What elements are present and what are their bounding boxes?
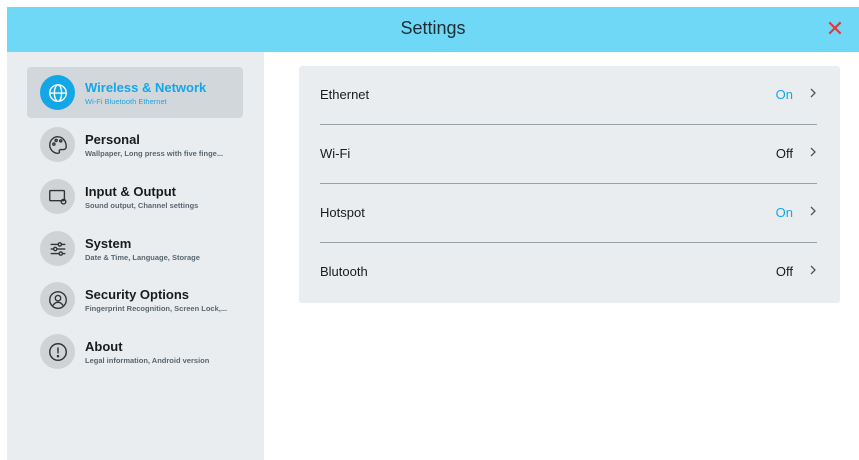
wifi-row[interactable]: Wi-Fi Off — [299, 125, 840, 183]
chevron-right-icon — [810, 147, 816, 157]
sidebar-item-title: Wireless & Network — [85, 80, 207, 95]
status-value: Off — [775, 264, 793, 279]
sliders-icon — [40, 231, 75, 266]
sidebar-item-title: System — [85, 236, 132, 251]
display-settings-icon — [40, 179, 75, 214]
row-label: Wi-Fi — [320, 146, 351, 161]
status-value: On — [775, 87, 793, 102]
sidebar-item-subtitle: Date & Time, Language, Storage — [85, 253, 200, 262]
palette-icon — [40, 127, 75, 162]
sidebar-item-subtitle: Wallpaper, Long press with five finge... — [85, 149, 224, 158]
ethernet-row[interactable]: Ethernet On — [299, 66, 840, 124]
user-lock-icon — [40, 282, 75, 317]
globe-icon — [40, 75, 75, 110]
sidebar-item-subtitle: Legal information, Android version — [85, 356, 210, 365]
sidebar-item-subtitle: Wi-Fi Bluetooth Ethernet — [85, 97, 167, 106]
sidebar-item-personal[interactable]: Personal Wallpaper, Long press with five… — [27, 119, 243, 170]
info-icon — [40, 334, 75, 369]
status-value: Off — [775, 146, 793, 161]
row-label: Hotspot — [320, 205, 365, 220]
sidebar-item-wireless-network[interactable]: Wireless & Network Wi-Fi Bluetooth Ether… — [27, 67, 243, 118]
title-bar: Settings ✕ — [7, 7, 859, 52]
page-title: Settings — [400, 18, 466, 38]
sidebar-item-input-output[interactable]: Input & Output Sound output, Channel set… — [27, 171, 243, 222]
sidebar-item-subtitle: Sound output, Channel settings — [85, 201, 199, 210]
chevron-right-icon — [810, 88, 816, 98]
chevron-right-icon — [810, 206, 816, 216]
sidebar-item-subtitle: Fingerprint Recognition, Screen Lock,... — [85, 304, 228, 313]
bluetooth-row[interactable]: Blutooth Off — [299, 243, 840, 301]
sidebar-item-security-options[interactable]: Security Options Fingerprint Recognition… — [27, 274, 243, 325]
row-label: Blutooth — [320, 264, 368, 279]
hotspot-row[interactable]: Hotspot On — [299, 184, 840, 242]
chevron-right-icon — [810, 265, 816, 275]
sidebar-item-about[interactable]: About Legal information, Android version — [27, 326, 243, 377]
sidebar-item-title: Input & Output — [85, 184, 176, 199]
sidebar-item-title: About — [85, 339, 123, 354]
close-icon[interactable]: ✕ — [825, 18, 845, 40]
sidebar-item-title: Personal — [85, 132, 140, 147]
status-value: On — [775, 205, 793, 220]
sidebar-item-title: Security Options — [85, 287, 190, 302]
network-settings-panel: Ethernet On Wi-Fi Off Hotspot On Blutoot… — [299, 66, 840, 303]
sidebar-item-system[interactable]: System Date & Time, Language, Storage — [27, 223, 243, 274]
row-label: Ethernet — [320, 87, 370, 102]
sidebar: Wireless & Network Wi-Fi Bluetooth Ether… — [7, 52, 264, 460]
